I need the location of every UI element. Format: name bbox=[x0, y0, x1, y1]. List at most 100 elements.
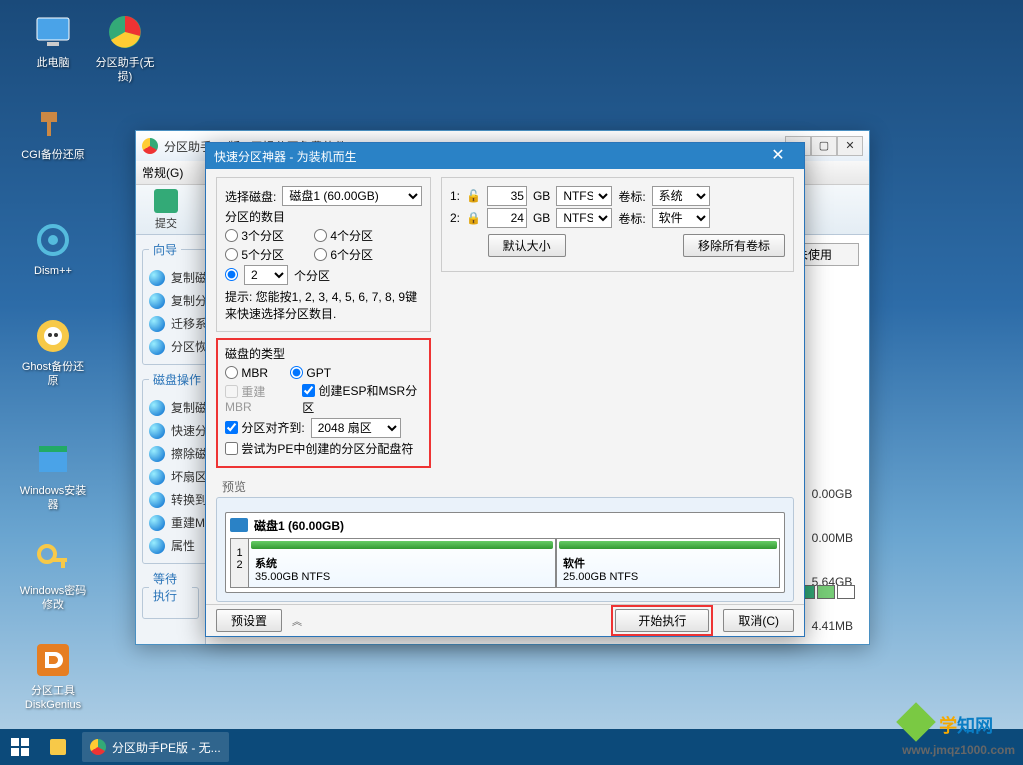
size-input-2[interactable] bbox=[487, 208, 527, 228]
orb-icon bbox=[149, 270, 165, 286]
dialog-title: 快速分区神器 - 为装机而生 bbox=[214, 148, 357, 165]
desktop-icon-dism[interactable]: Dism++ bbox=[18, 220, 88, 278]
disk-preview: 磁盘1 (60.00GB) 12 系统35.00GB NTFS 软件25.00G… bbox=[216, 497, 794, 602]
disk-icon bbox=[230, 518, 248, 532]
default-size-button[interactable]: 默认大小 bbox=[488, 234, 566, 257]
partition-rows-group: 1: 🔓 GB NTFS 卷标: 系统 2: 🔒 GB NTFS bbox=[441, 177, 794, 272]
disk-select[interactable]: 磁盘1 (60.00GB) bbox=[282, 186, 422, 206]
vol-select-2[interactable]: 软件 bbox=[652, 208, 710, 228]
partition-bar-2[interactable]: 软件25.00GB NTFS bbox=[556, 538, 780, 588]
cancel-button[interactable]: 取消(C) bbox=[723, 609, 794, 632]
key-icon bbox=[35, 542, 71, 578]
desktop-icon-cgi[interactable]: CGI备份还原 bbox=[18, 104, 88, 162]
start-button[interactable] bbox=[0, 729, 40, 765]
orb-icon bbox=[149, 469, 165, 485]
start-button[interactable]: 开始执行 bbox=[615, 609, 709, 632]
disk-type-group: 磁盘的类型 MBR GPT 重建MBR 创建ESP和MSR分区 分区对齐到: 2… bbox=[216, 338, 431, 468]
orb-icon bbox=[149, 423, 165, 439]
radio-4parts[interactable]: 4个分区 bbox=[314, 227, 373, 244]
radio-6parts[interactable]: 6个分区 bbox=[314, 246, 373, 263]
windows-icon bbox=[11, 738, 29, 756]
remove-all-labels-button[interactable]: 移除所有卷标 bbox=[683, 234, 785, 257]
monitor-icon bbox=[33, 16, 73, 48]
sidebar-item[interactable]: 复制磁 bbox=[149, 396, 207, 419]
disk-select-group: 选择磁盘: 磁盘1 (60.00GB) 分区的数目 3个分区 4个分区 5个分区… bbox=[216, 177, 431, 332]
watermark: 学知网 www.jmqz1000.com bbox=[902, 708, 1015, 759]
sidebar-item[interactable]: 坏扇区 bbox=[149, 465, 207, 488]
fs-select-1[interactable]: NTFS bbox=[556, 186, 612, 206]
folder-icon bbox=[50, 739, 66, 755]
orb-icon bbox=[149, 538, 165, 554]
pie-icon bbox=[107, 14, 143, 50]
check-icon bbox=[154, 189, 178, 213]
disk-type-title: 磁盘的类型 bbox=[225, 345, 422, 362]
box-icon bbox=[35, 442, 71, 478]
checkbox-rebuild-mbr: 重建MBR bbox=[225, 383, 288, 414]
hint-text: 提示: 您能按1, 2, 3, 4, 5, 6, 7, 8, 9键来快速选择分区… bbox=[225, 289, 422, 323]
diamond-icon bbox=[896, 702, 936, 742]
app-logo-icon bbox=[142, 138, 158, 154]
sidebar-item[interactable]: 转换到 bbox=[149, 488, 207, 511]
orb-icon bbox=[149, 446, 165, 462]
gear-icon bbox=[35, 222, 71, 258]
select-disk-label: 选择磁盘: bbox=[225, 188, 276, 205]
radio-gpt[interactable]: GPT bbox=[290, 366, 331, 380]
sidebar-item[interactable]: 擦除磁 bbox=[149, 442, 207, 465]
preview-label: 预览 bbox=[222, 478, 794, 495]
desktop-icon-ghost[interactable]: Ghost备份还原 bbox=[18, 316, 88, 389]
sidebar-group-pending: 等待执行 bbox=[142, 570, 199, 619]
partition-count-label: 分区的数目 bbox=[225, 208, 285, 225]
dg-icon bbox=[35, 642, 71, 678]
desktop-icon-diskgenius[interactable]: 分区工具DiskGenius bbox=[18, 640, 88, 713]
checkbox-align[interactable]: 分区对齐到: bbox=[225, 419, 305, 436]
radio-3parts[interactable]: 3个分区 bbox=[225, 227, 284, 244]
orb-icon bbox=[149, 293, 165, 309]
preset-button[interactable]: 预设置 bbox=[216, 609, 282, 632]
size-readouts: 0.00GB 0.00MB 5.64GB 4.41MB bbox=[812, 487, 853, 644]
checkbox-try-pe[interactable]: 尝试为PE中创建的分区分配盘符 bbox=[225, 440, 413, 457]
sidebar-item[interactable]: 重建M bbox=[149, 511, 207, 534]
fs-select-2[interactable]: NTFS bbox=[556, 208, 612, 228]
sidebar-group-wizard: 向导 复制磁 复制分 迁移系 分区恢 bbox=[142, 241, 214, 365]
hammer-icon bbox=[35, 106, 71, 142]
ghost-icon bbox=[35, 318, 71, 354]
orb-icon bbox=[149, 316, 165, 332]
desktop-icon-this-pc[interactable]: 此电脑 bbox=[18, 12, 88, 70]
radio-mbr[interactable]: MBR bbox=[225, 366, 268, 380]
taskbar: 分区助手PE版 - 无... bbox=[0, 729, 1023, 765]
dialog-close-button[interactable]: ✕ bbox=[760, 145, 796, 167]
parent-close-button[interactable]: ✕ bbox=[837, 136, 863, 156]
desktop-icon-wininstall[interactable]: Windows安装器 bbox=[18, 440, 88, 513]
vol-select-1[interactable]: 系统 bbox=[652, 186, 710, 206]
desktop-icon-winpwd[interactable]: Windows密码修改 bbox=[18, 540, 88, 613]
align-select[interactable]: 2048 扇区 bbox=[311, 418, 401, 438]
parent-sidebar: 向导 复制磁 复制分 迁移系 分区恢 磁盘操作 复制磁 快速分 擦除磁 坏扇区 … bbox=[136, 235, 206, 644]
partition-bar-1[interactable]: 系统35.00GB NTFS bbox=[248, 538, 556, 588]
lock-icon: 🔒 bbox=[466, 211, 481, 225]
taskbar-item-partition-assistant[interactable]: 分区助手PE版 - 无... bbox=[82, 732, 229, 762]
chevron-icon: ︽ bbox=[292, 613, 302, 628]
parent-maximize-button[interactable]: ▢ bbox=[811, 136, 837, 156]
sidebar-item[interactable]: 快速分 bbox=[149, 419, 207, 442]
sidebar-group-diskops: 磁盘操作 复制磁 快速分 擦除磁 坏扇区 转换到 重建M 属性 bbox=[142, 371, 214, 564]
custom-count-select[interactable]: 2 bbox=[244, 265, 288, 285]
sidebar-item[interactable]: 复制分 bbox=[149, 289, 207, 312]
desktop-icon-partition-assistant[interactable]: 分区助手(无损) bbox=[90, 12, 160, 85]
dialog-titlebar[interactable]: 快速分区神器 - 为装机而生 ✕ bbox=[206, 143, 804, 169]
toolbar-submit-button[interactable]: 提交 bbox=[144, 189, 188, 231]
pie-icon bbox=[90, 739, 106, 755]
lock-icon: 🔓 bbox=[466, 189, 481, 203]
orb-icon bbox=[149, 400, 165, 416]
sidebar-item[interactable]: 复制磁 bbox=[149, 266, 207, 289]
radio-5parts[interactable]: 5个分区 bbox=[225, 246, 284, 263]
sidebar-item[interactable]: 属性 bbox=[149, 534, 207, 557]
orb-icon bbox=[149, 492, 165, 508]
size-input-1[interactable] bbox=[487, 186, 527, 206]
radio-custom-parts[interactable] bbox=[225, 268, 238, 282]
taskbar-item-explorer[interactable] bbox=[42, 732, 80, 762]
orb-icon bbox=[149, 515, 165, 531]
orb-icon bbox=[149, 339, 165, 355]
sidebar-item[interactable]: 分区恢 bbox=[149, 335, 207, 358]
sidebar-item[interactable]: 迁移系 bbox=[149, 312, 207, 335]
checkbox-create-esp[interactable]: 创建ESP和MSR分区 bbox=[302, 382, 422, 416]
